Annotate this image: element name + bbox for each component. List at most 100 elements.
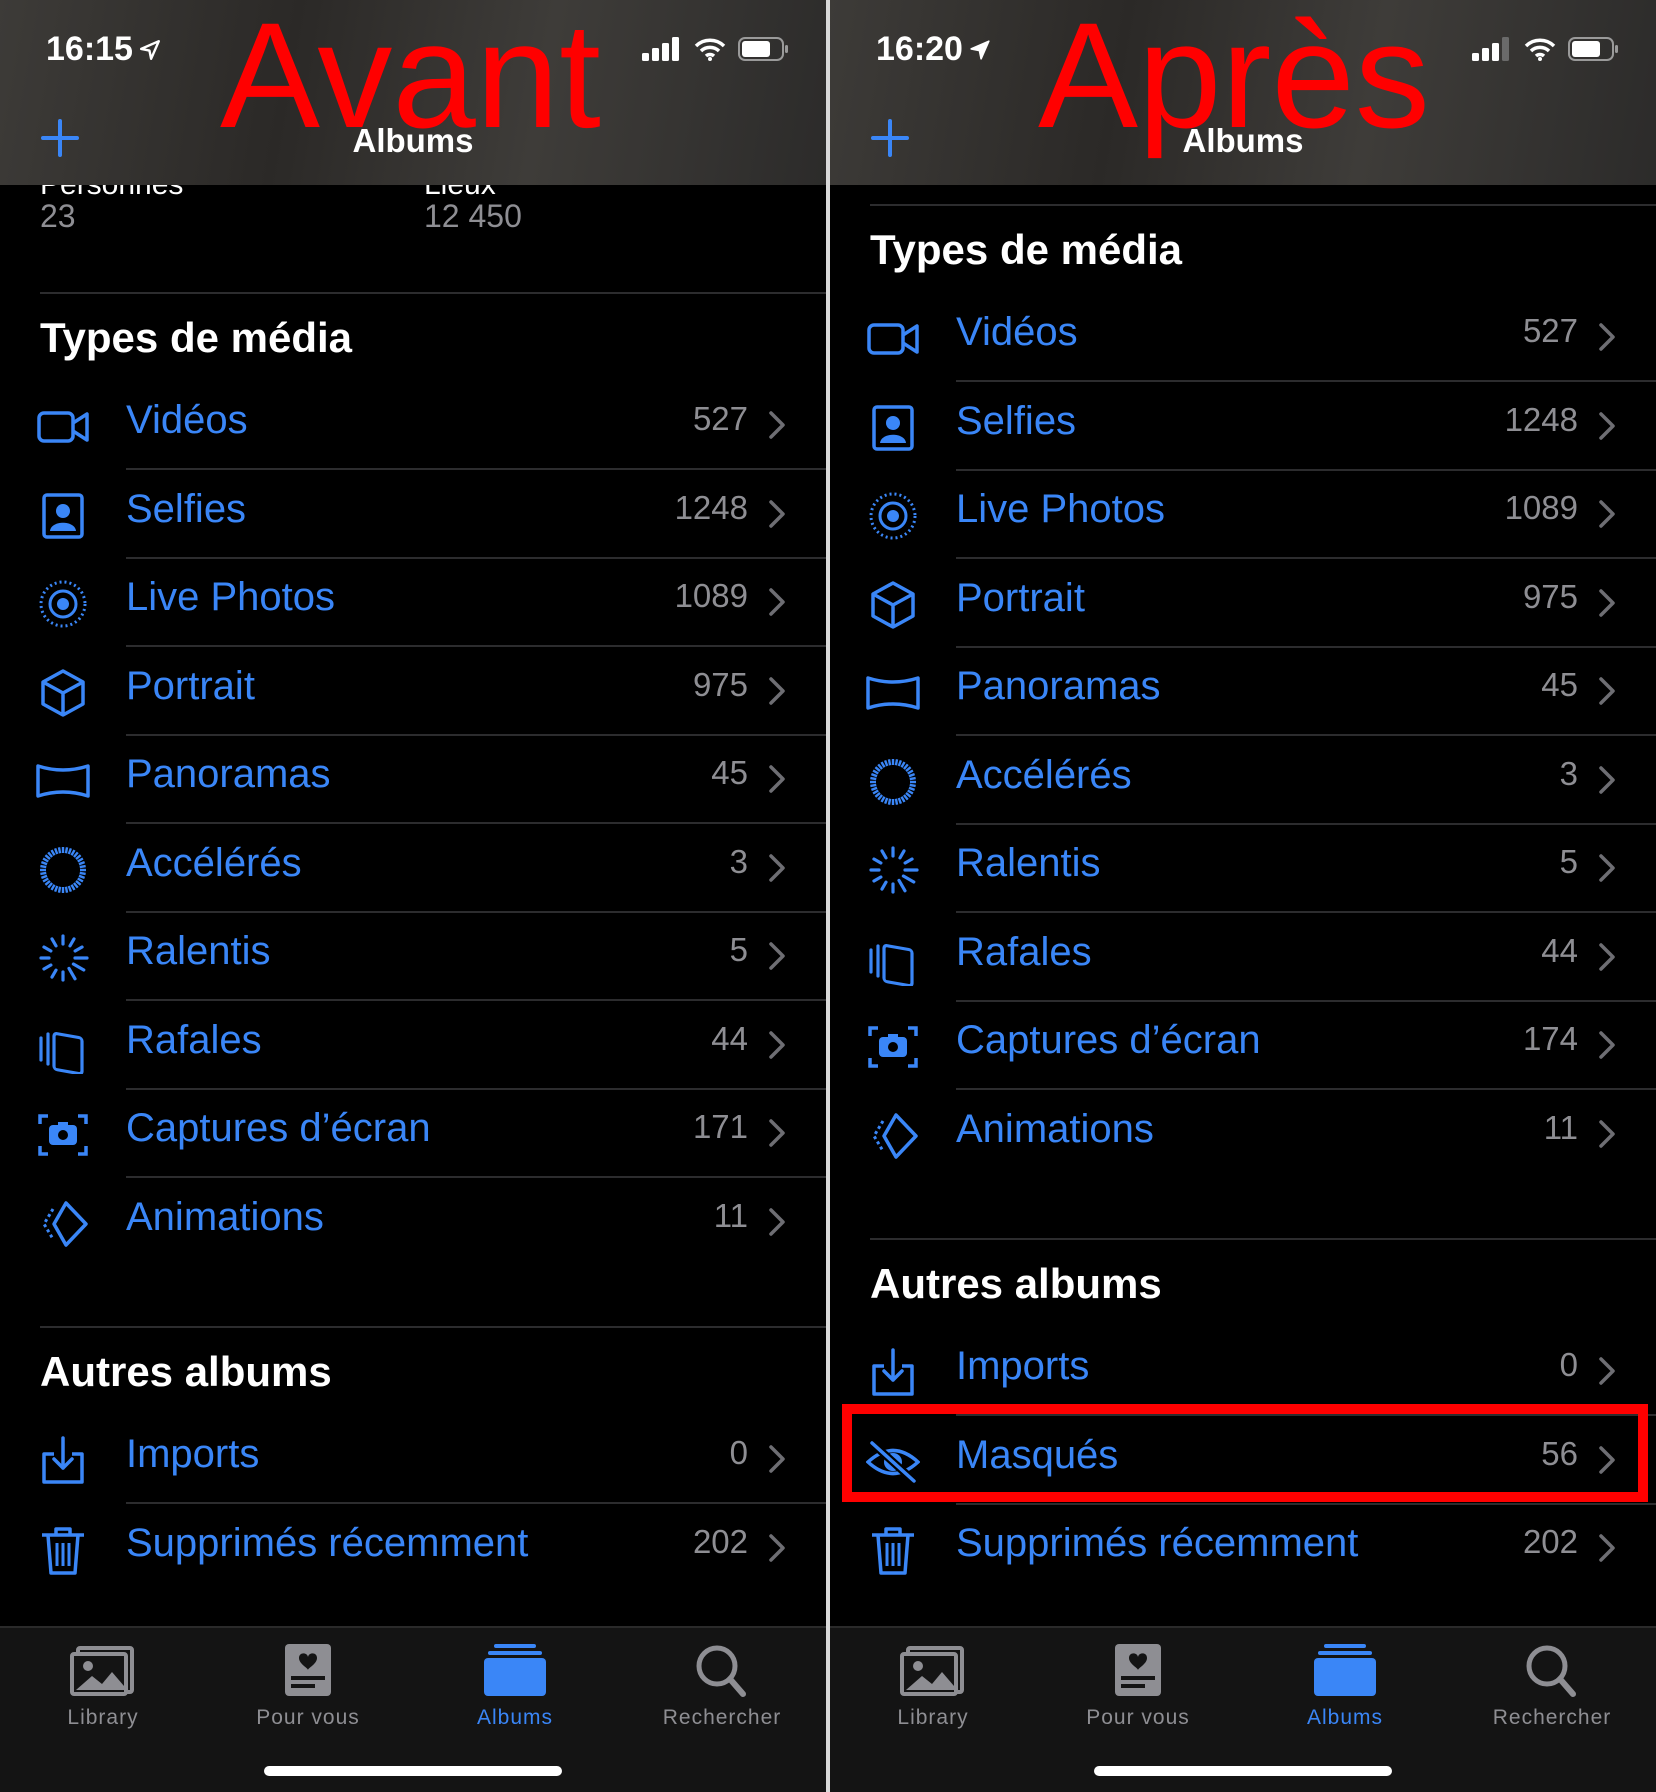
album-row-live-photos[interactable]: Live Photos 1089 (0, 559, 826, 647)
section-autres-albums: Autres albums (40, 1348, 332, 1395)
burst-icon (866, 932, 920, 987)
album-row-portrait[interactable]: Portrait 975 (0, 648, 826, 736)
import-icon (36, 1434, 90, 1488)
status-time: 16:15 (46, 30, 161, 69)
tab-pour-vous[interactable]: Pour vous (1038, 1642, 1238, 1730)
chevron-right-icon (1598, 765, 1616, 795)
album-row-captures-d-cran[interactable]: Captures d’écran 174 (830, 1002, 1656, 1090)
chevron-right-icon (1598, 1119, 1616, 1149)
album-row-ralentis[interactable]: Ralentis 5 (0, 913, 826, 1001)
tab-albums[interactable]: Albums (415, 1642, 615, 1730)
chevron-right-icon (768, 1444, 786, 1474)
selfie-icon (36, 489, 90, 543)
highlight-masques-box (842, 1404, 1648, 1502)
album-count: 3 (1559, 754, 1578, 792)
chevron-right-icon (768, 1533, 786, 1563)
album-count: 44 (711, 1019, 748, 1057)
album-row-panoramas[interactable]: Panoramas 45 (0, 736, 826, 824)
album-label: Vidéos (956, 310, 1078, 354)
for-you-icon (275, 1642, 341, 1698)
clock: 16:20 (876, 30, 963, 68)
album-label: Accélérés (126, 840, 302, 885)
portrait-cube-icon (866, 578, 920, 632)
chevron-right-icon (1598, 588, 1616, 618)
tab-label: Albums (1306, 1706, 1384, 1729)
album-row-supprim-s-r-cemment[interactable]: Supprimés récemment 202 (0, 1505, 826, 1593)
status-icons (1472, 36, 1620, 62)
album-count: 202 (692, 1522, 748, 1560)
screenshot-icon (866, 1020, 920, 1074)
panorama-icon (866, 666, 920, 720)
album-label: Panoramas (956, 664, 1161, 708)
search-icon (689, 1642, 755, 1698)
album-row-acc-l-r-s[interactable]: Accélérés 3 (0, 825, 826, 913)
album-row-vid-os[interactable]: Vidéos 527 (830, 294, 1656, 382)
video-icon (36, 400, 90, 454)
live-photo-icon (866, 489, 920, 543)
wifi-icon (1524, 38, 1556, 61)
album-label: Supprimés récemment (126, 1520, 529, 1565)
battery-icon (1568, 37, 1618, 61)
album-label: Ralentis (126, 929, 271, 973)
chevron-right-icon (768, 764, 786, 794)
divider (870, 1238, 1656, 1240)
album-count: 45 (711, 754, 748, 791)
section-autres-albums: Autres albums (870, 1260, 1162, 1307)
album-count: 11 (713, 1196, 748, 1234)
tab-albums[interactable]: Albums (1245, 1642, 1445, 1730)
tab-rechercher[interactable]: Rechercher (622, 1642, 822, 1730)
chevron-right-icon (768, 587, 786, 617)
album-count: 527 (692, 400, 748, 437)
album-count: 975 (1522, 577, 1578, 615)
album-label: Accélérés (956, 752, 1132, 797)
album-row-rafales[interactable]: Rafales 44 (830, 914, 1656, 1002)
animated-icon (866, 1109, 920, 1163)
album-label: Captures d’écran (126, 1106, 431, 1150)
panorama-icon (36, 754, 90, 808)
for-you-icon (1105, 1642, 1171, 1698)
album-count: 1089 (674, 577, 748, 614)
album-row-imports[interactable]: Imports 0 (830, 1328, 1656, 1416)
album-label: Live Photos (956, 487, 1166, 531)
album-count: 0 (729, 1434, 748, 1471)
chevron-right-icon (1598, 1533, 1616, 1563)
tab-library[interactable]: Library (833, 1642, 1033, 1730)
tab-label: Albums (476, 1706, 554, 1729)
tab-rechercher[interactable]: Rechercher (1452, 1642, 1652, 1730)
album-row-panoramas[interactable]: Panoramas 45 (830, 648, 1656, 736)
library-icon (900, 1642, 966, 1698)
album-row-selfies[interactable]: Selfies 1248 (830, 383, 1656, 471)
tab-label: Rechercher (662, 1706, 782, 1729)
chevron-right-icon (768, 1207, 786, 1237)
album-row-imports[interactable]: Imports 0 (0, 1416, 826, 1504)
album-row-live-photos[interactable]: Live Photos 1089 (830, 471, 1656, 559)
chevron-right-icon (768, 941, 786, 971)
album-count: 1248 (1504, 400, 1578, 438)
album-row-vid-os[interactable]: Vidéos 527 (0, 382, 826, 470)
location-arrow-icon (970, 39, 990, 60)
tab-label: Pour vous (256, 1706, 360, 1729)
tab-library[interactable]: Library (3, 1642, 203, 1730)
album-row-acc-l-r-s[interactable]: Accélérés 3 (830, 737, 1656, 825)
personnes-count: 23 (40, 198, 76, 234)
chevron-right-icon (1598, 1356, 1616, 1386)
album-count: 5 (729, 931, 748, 968)
album-label: Animations (126, 1194, 324, 1239)
album-row-animations[interactable]: Animations 11 (830, 1091, 1656, 1179)
album-row-selfies[interactable]: Selfies 1248 (0, 471, 826, 559)
trash-icon (866, 1523, 920, 1577)
home-indicator (1094, 1766, 1392, 1776)
chevron-right-icon (768, 499, 786, 529)
album-row-rafales[interactable]: Rafales 44 (0, 1002, 826, 1090)
album-row-ralentis[interactable]: Ralentis 5 (830, 825, 1656, 913)
tab-pour-vous[interactable]: Pour vous (208, 1642, 408, 1730)
album-row-captures-d-cran[interactable]: Captures d’écran 171 (0, 1090, 826, 1178)
tab-label: Pour vous (1086, 1706, 1190, 1729)
album-count: 202 (1522, 1523, 1578, 1560)
album-count: 45 (1541, 666, 1578, 703)
burst-icon (36, 1020, 90, 1075)
timelapse-icon (36, 843, 90, 897)
album-row-supprim-s-r-cemment[interactable]: Supprimés récemment 202 (830, 1505, 1656, 1593)
album-row-portrait[interactable]: Portrait 975 (830, 560, 1656, 648)
album-row-animations[interactable]: Animations 11 (0, 1179, 826, 1267)
